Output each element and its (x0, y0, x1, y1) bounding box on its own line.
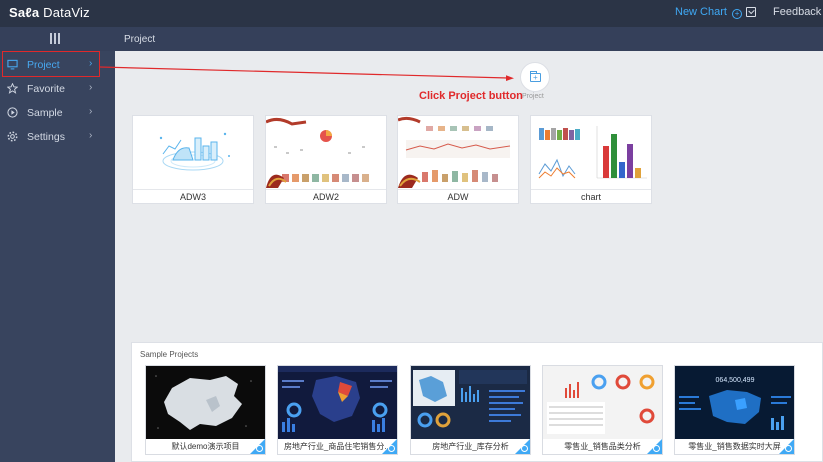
sample-thumbnail: 064,500,499 (675, 366, 794, 439)
project-card-adw3[interactable]: ADW3 (132, 115, 254, 204)
collapse-menu-icon[interactable] (49, 33, 61, 44)
project-thumbnail (133, 116, 253, 188)
sample-card-title: 房地产行业_库存分析 (432, 442, 509, 451)
sidebar-item-label: Sample (27, 107, 63, 119)
sample-card[interactable]: 064,500,499 零售业_销售数据实时大屏 (674, 365, 795, 455)
sample-projects-panel: Sample Projects 默认demo演示项目 房地产行业_商品住宅销售分… (131, 342, 823, 462)
sample-card-title: 零售业_销售数据实时大屏 (688, 442, 781, 451)
play-icon (7, 107, 18, 118)
project-thumbnail (266, 116, 386, 188)
edit-icon[interactable] (746, 7, 756, 17)
new-project-button[interactable]: + (520, 62, 550, 92)
sample-card[interactable]: 零售业_销售品类分析 (542, 365, 663, 455)
new-project-label: Project (522, 93, 544, 100)
top-bar: Saℓa DataViz New Chart + Feedback (0, 0, 823, 27)
breadcrumb: Project (124, 34, 156, 45)
project-card-title: chart (531, 189, 651, 204)
annotation-text: Click Project button (419, 90, 523, 102)
new-folder-icon: + (530, 71, 541, 82)
project-card-adw2[interactable]: ADW2 (265, 115, 387, 204)
sidebar-item-label: Favorite (27, 83, 65, 95)
highlight-box (2, 51, 100, 77)
eye-icon (653, 445, 660, 452)
sample-card-title: 默认demo演示项目 (171, 442, 240, 451)
sidebar: Project › Favorite › Sample › Settings › (0, 51, 115, 462)
big-number: 064,500,499 (716, 377, 755, 384)
sidebar-item-favorite[interactable]: Favorite › (0, 77, 115, 101)
gear-icon (7, 131, 18, 142)
sample-card[interactable]: 默认demo演示项目 (145, 365, 266, 455)
project-card-title: ADW2 (266, 189, 386, 204)
eye-icon (256, 445, 263, 452)
add-circle-icon: + (732, 9, 743, 19)
project-card-title: ADW (398, 189, 518, 204)
sidebar-item-label: Settings (27, 131, 65, 143)
star-icon (7, 83, 18, 94)
project-thumbnail (398, 116, 518, 188)
feedback-link[interactable]: Feedback (773, 6, 821, 18)
chevron-right-icon: › (89, 106, 93, 117)
sidebar-item-settings[interactable]: Settings › (0, 125, 115, 149)
sample-thumbnail (146, 366, 265, 439)
project-thumbnail (531, 116, 651, 188)
eye-icon (521, 445, 528, 452)
sample-thumbnail (278, 366, 397, 439)
new-chart-button[interactable]: New Chart + (675, 6, 743, 19)
sample-card[interactable]: 房地产行业_商品住宅销售分... (277, 365, 398, 455)
sample-thumbnail (411, 366, 530, 439)
project-card-title: ADW3 (133, 189, 253, 204)
sub-bar: Project (0, 27, 823, 51)
sidebar-item-sample[interactable]: Sample › (0, 101, 115, 125)
project-card-chart[interactable]: chart (530, 115, 652, 204)
sample-card-title: 零售业_销售品类分析 (564, 442, 641, 451)
sample-card[interactable]: 房地产行业_库存分析 (410, 365, 531, 455)
chevron-right-icon: › (89, 82, 93, 93)
sample-thumbnail (543, 366, 662, 439)
chevron-right-icon: › (89, 130, 93, 141)
eye-icon (388, 445, 395, 452)
sample-projects-title: Sample Projects (140, 350, 199, 359)
app-logo[interactable]: Saℓa DataViz (9, 5, 90, 20)
eye-icon (785, 445, 792, 452)
project-card-adw[interactable]: ADW (397, 115, 519, 204)
sample-card-title: 房地产行业_商品住宅销售分... (283, 442, 392, 451)
